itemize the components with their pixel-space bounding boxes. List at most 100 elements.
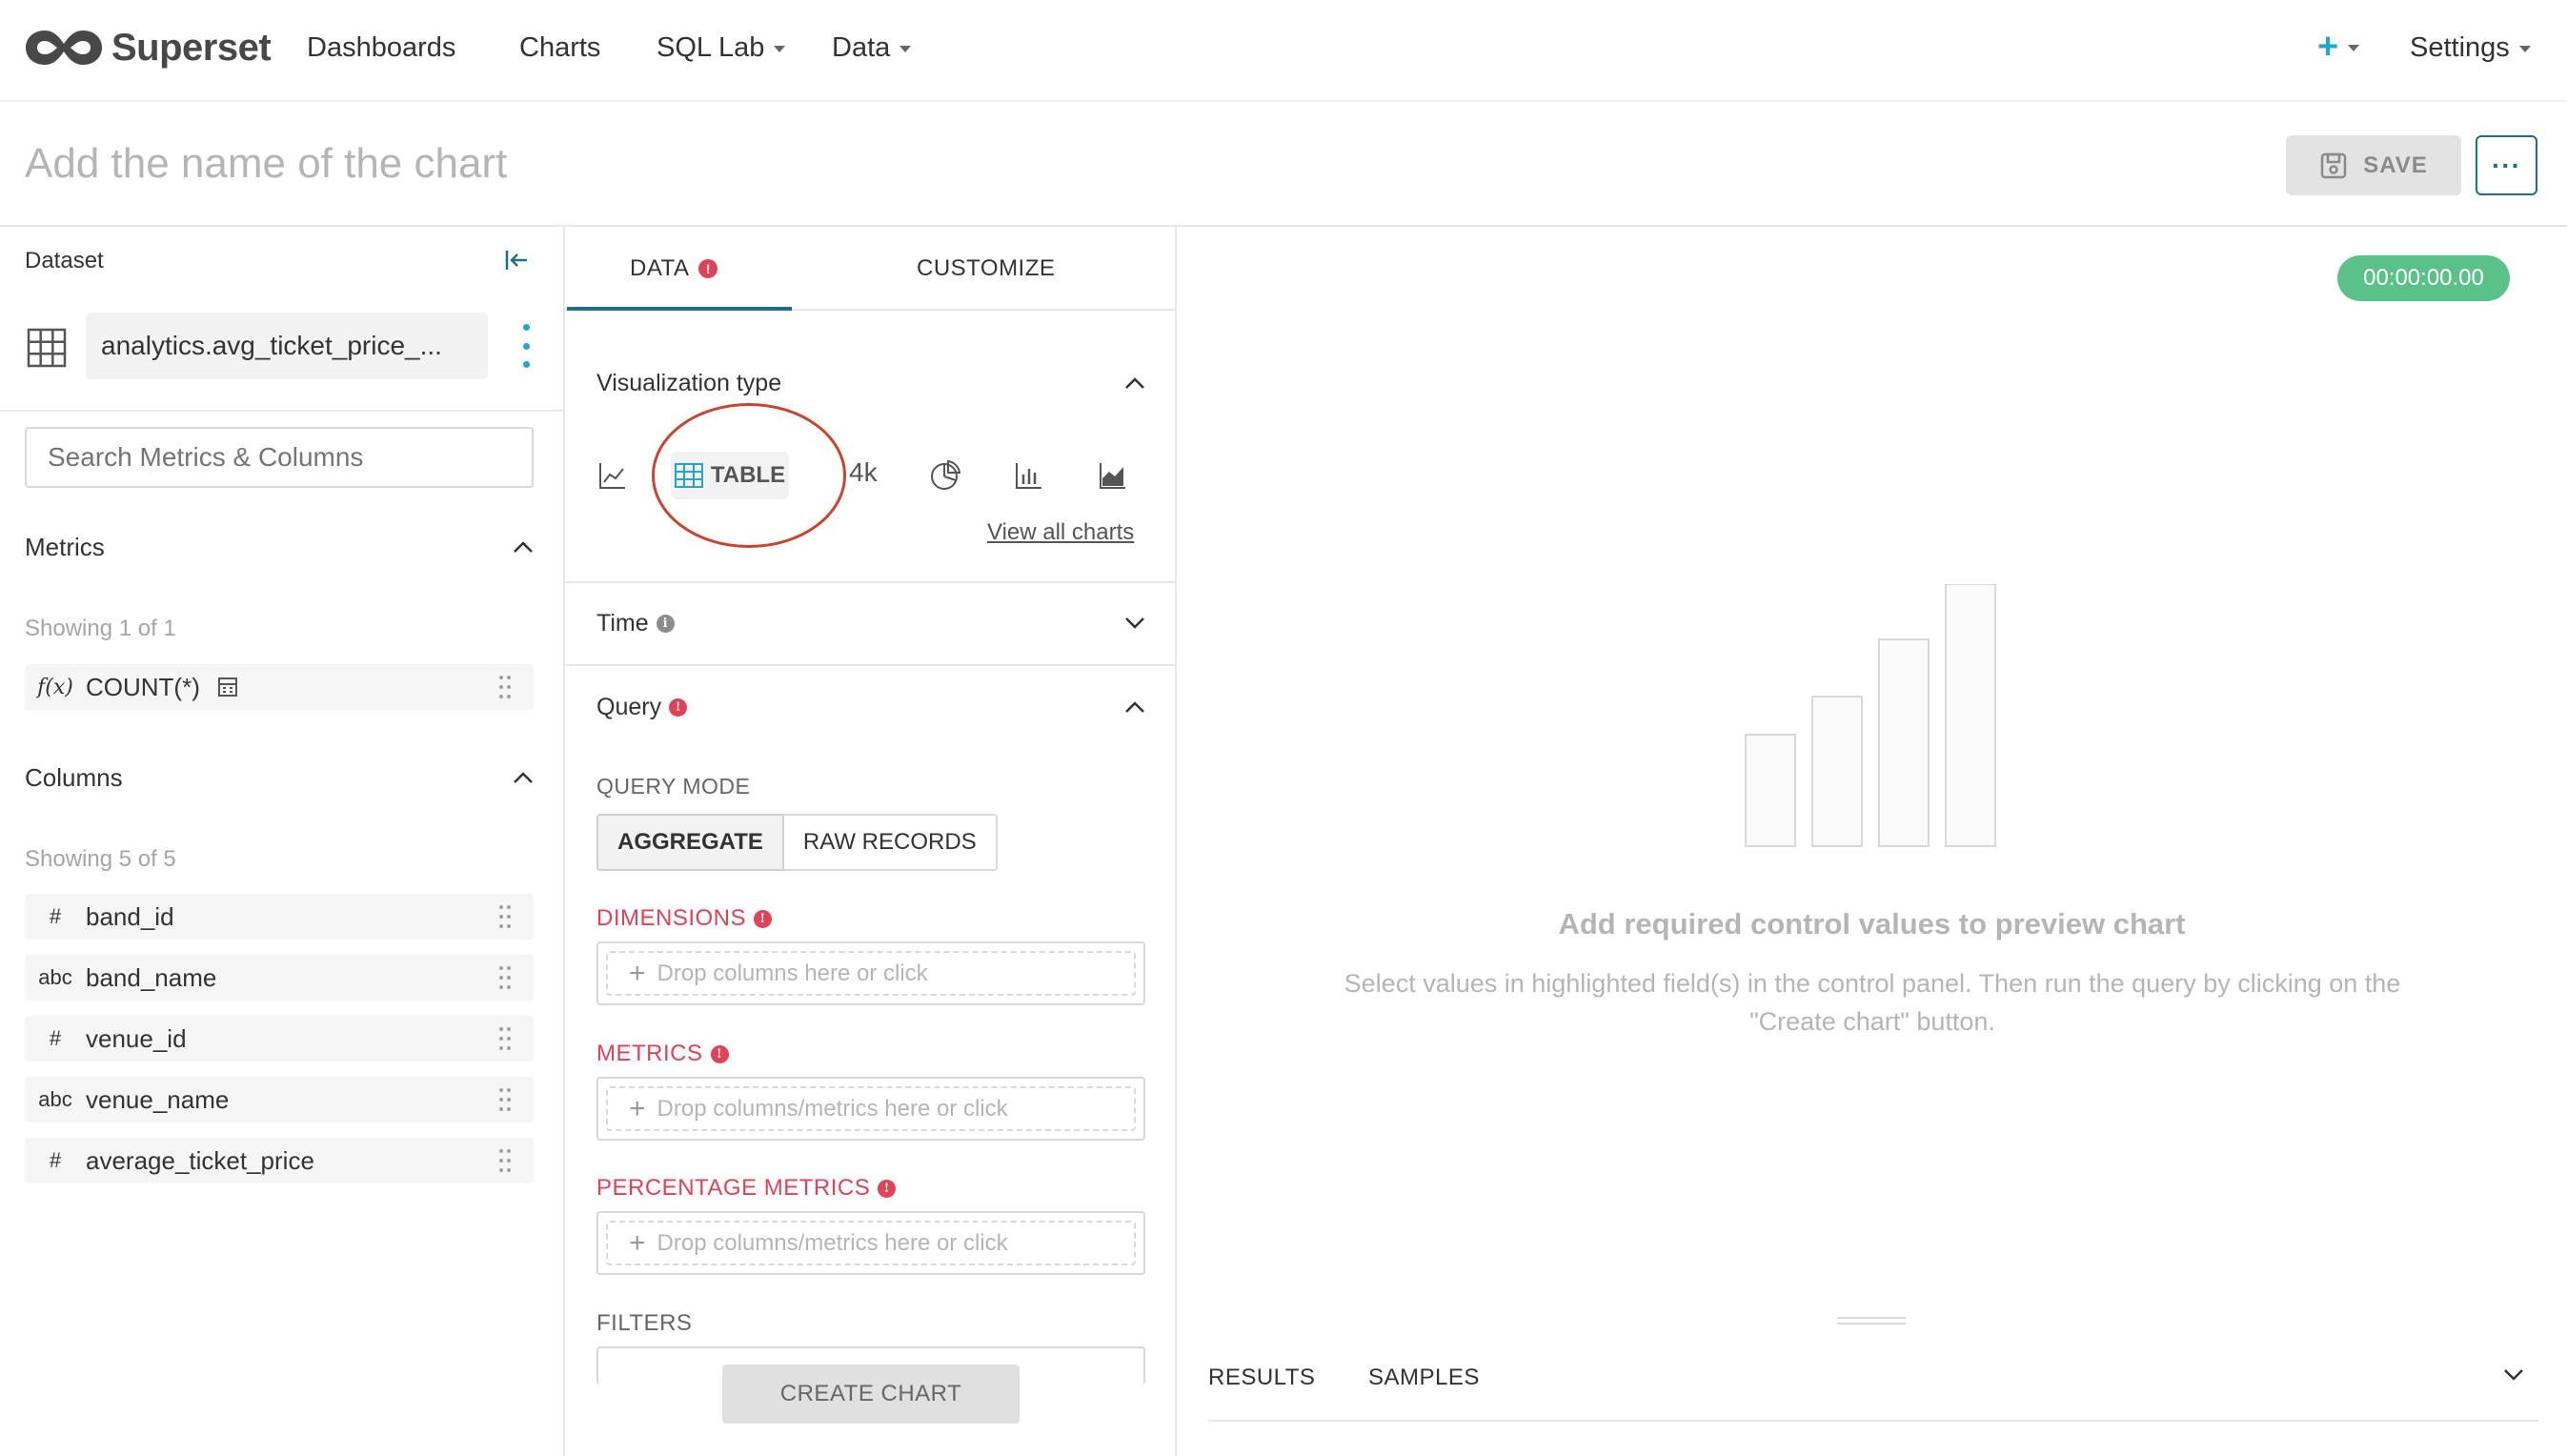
annotation-circle (652, 403, 846, 548)
metrics-label: METRICS ! (596, 1041, 729, 1067)
nav-sql-lab-label: SQL Lab (657, 32, 765, 63)
drag-handle-icon[interactable] (499, 676, 511, 698)
query-mode-toggle: AGGREGATE RAW RECORDS (596, 814, 998, 871)
calculator-icon (217, 677, 237, 697)
chart-name-input[interactable]: Add the name of the chart (25, 140, 507, 188)
dataset-label: Dataset (25, 248, 104, 273)
caret-down-icon (2518, 46, 2531, 52)
chevron-up-icon (1125, 701, 1144, 713)
tab-data[interactable]: DATA ! (630, 255, 718, 282)
view-all-charts-link[interactable]: View all charts (987, 519, 1134, 546)
aggregate-mode-button[interactable]: AGGREGATE (596, 814, 784, 871)
caret-down-icon (899, 46, 912, 52)
brand-logo[interactable]: Superset (24, 25, 272, 71)
metric-item[interactable]: f(x) COUNT(*) (25, 664, 534, 710)
drag-handle-icon[interactable] (499, 966, 511, 989)
nav-data[interactable]: Data (832, 32, 912, 64)
resize-handle[interactable] (1837, 1317, 1906, 1325)
plus-icon: + (629, 1226, 646, 1259)
info-icon[interactable]: i (656, 614, 675, 633)
column-name: band_name (86, 962, 217, 992)
dataset-menu-icon[interactable] (519, 324, 533, 368)
chart-title-row: Add the name of the chart SAVE ··· (0, 102, 2567, 227)
superset-logo-icon (26, 30, 102, 65)
query-title: Query ! (596, 693, 688, 721)
metrics-count: Showing 1 of 1 (25, 616, 176, 641)
pie-chart-icon[interactable] (929, 459, 961, 492)
ellipsis-icon: ··· (2492, 150, 2521, 180)
line-chart-icon[interactable] (596, 459, 629, 492)
column-name: venue_id (86, 1023, 187, 1053)
caret-down-icon (2348, 44, 2360, 51)
table-grid-icon (27, 328, 67, 368)
column-item[interactable]: # average_ticket_price (25, 1138, 534, 1183)
bar-chart-icon[interactable] (1013, 459, 1045, 492)
string-type-icon: abc (38, 1087, 72, 1111)
save-button[interactable]: SAVE (2286, 135, 2461, 195)
percentage-metrics-drop-zone[interactable]: + Drop columns/metrics here or click (596, 1211, 1145, 1275)
control-tabs: DATA ! CUSTOMIZE (565, 227, 1175, 311)
drag-handle-icon[interactable] (499, 1149, 511, 1172)
column-name: band_id (86, 901, 174, 931)
empty-state-description: Select values in highlighted field(s) in… (1344, 969, 2401, 1036)
chevron-up-icon (1125, 377, 1144, 389)
nav-dashboards[interactable]: Dashboards (307, 32, 455, 64)
tab-customize-label: CUSTOMIZE (917, 255, 1056, 281)
more-actions-button[interactable]: ··· (2476, 135, 2537, 195)
percentage-metrics-label: PERCENTAGE METRICS ! (596, 1175, 897, 1202)
save-icon (2320, 152, 2347, 178)
metrics-section-header[interactable]: Metrics (25, 528, 534, 566)
columns-section-header[interactable]: Columns (25, 758, 534, 797)
query-section-header[interactable]: Query ! (596, 690, 1145, 724)
raw-records-mode-button[interactable]: RAW RECORDS (783, 814, 998, 871)
tab-samples[interactable]: SAMPLES (1368, 1365, 1480, 1391)
drop-placeholder: Drop columns/metrics here or click (657, 1229, 1008, 1256)
collapse-panel-icon[interactable] (502, 246, 531, 274)
error-icon[interactable]: ! (669, 698, 688, 717)
tab-customize[interactable]: CUSTOMIZE (917, 255, 1055, 282)
chart-preview-panel: 00:00:00.00 Add required control values … (1177, 227, 2567, 1456)
metrics-title: Metrics (25, 532, 105, 561)
column-item[interactable]: # band_id (25, 894, 534, 940)
metric-name: COUNT(*) (86, 672, 200, 701)
time-section-header[interactable]: Time i (596, 606, 1145, 640)
drop-target: + Drop columns/metrics here or click (606, 1221, 1136, 1265)
column-item[interactable]: abc band_name (25, 955, 534, 1001)
metrics-drop-zone[interactable]: + Drop columns/metrics here or click (596, 1077, 1145, 1141)
viz-type-header[interactable]: Visualization type (596, 366, 1145, 400)
nav-charts[interactable]: Charts (519, 32, 600, 64)
column-item[interactable]: abc venue_name (25, 1077, 534, 1122)
chevron-up-icon (514, 541, 533, 553)
nav-sql-lab[interactable]: SQL Lab (657, 32, 786, 64)
columns-count: Showing 5 of 5 (25, 846, 176, 872)
big-number-viz-button[interactable]: 4k (849, 457, 878, 488)
settings-label: Settings (2410, 32, 2510, 63)
chevron-down-icon[interactable] (2501, 1363, 2526, 1387)
settings-menu[interactable]: Settings (2410, 32, 2531, 64)
dataset-name[interactable]: analytics.avg_ticket_price_... (86, 313, 488, 379)
query-label: Query (596, 693, 662, 720)
drop-placeholder: Drop columns here or click (657, 960, 928, 986)
drag-handle-icon[interactable] (499, 1088, 511, 1111)
dimensions-label-text: DIMENSIONS (596, 905, 747, 931)
empty-state-title: Add required control values to preview c… (1558, 907, 2186, 940)
tab-results[interactable]: RESULTS (1208, 1365, 1315, 1391)
drag-handle-icon[interactable] (499, 1027, 511, 1050)
new-menu-button[interactable]: + (2317, 29, 2360, 65)
area-chart-icon[interactable] (1097, 459, 1129, 492)
error-icon: ! (698, 259, 718, 278)
error-icon: ! (878, 1179, 897, 1198)
dataset-panel: Dataset analytics.avg_ticket_price_... M… (0, 227, 565, 1456)
drag-handle-icon[interactable] (499, 905, 511, 928)
column-item[interactable]: # venue_id (25, 1016, 534, 1062)
metrics-label-text: METRICS (596, 1041, 703, 1066)
dimensions-label: DIMENSIONS ! (596, 905, 773, 932)
nav-dashboards-label: Dashboards (307, 32, 456, 63)
plus-icon: + (629, 957, 646, 989)
dimensions-drop-zone[interactable]: + Drop columns here or click (596, 941, 1145, 1005)
filters-label: FILTERS (596, 1310, 693, 1336)
search-metrics-columns-input[interactable] (25, 427, 534, 488)
query-timer-badge: 00:00:00.00 (2337, 255, 2510, 301)
nav-data-label: Data (832, 32, 891, 63)
create-chart-button[interactable]: CREATE CHART (722, 1365, 1020, 1424)
